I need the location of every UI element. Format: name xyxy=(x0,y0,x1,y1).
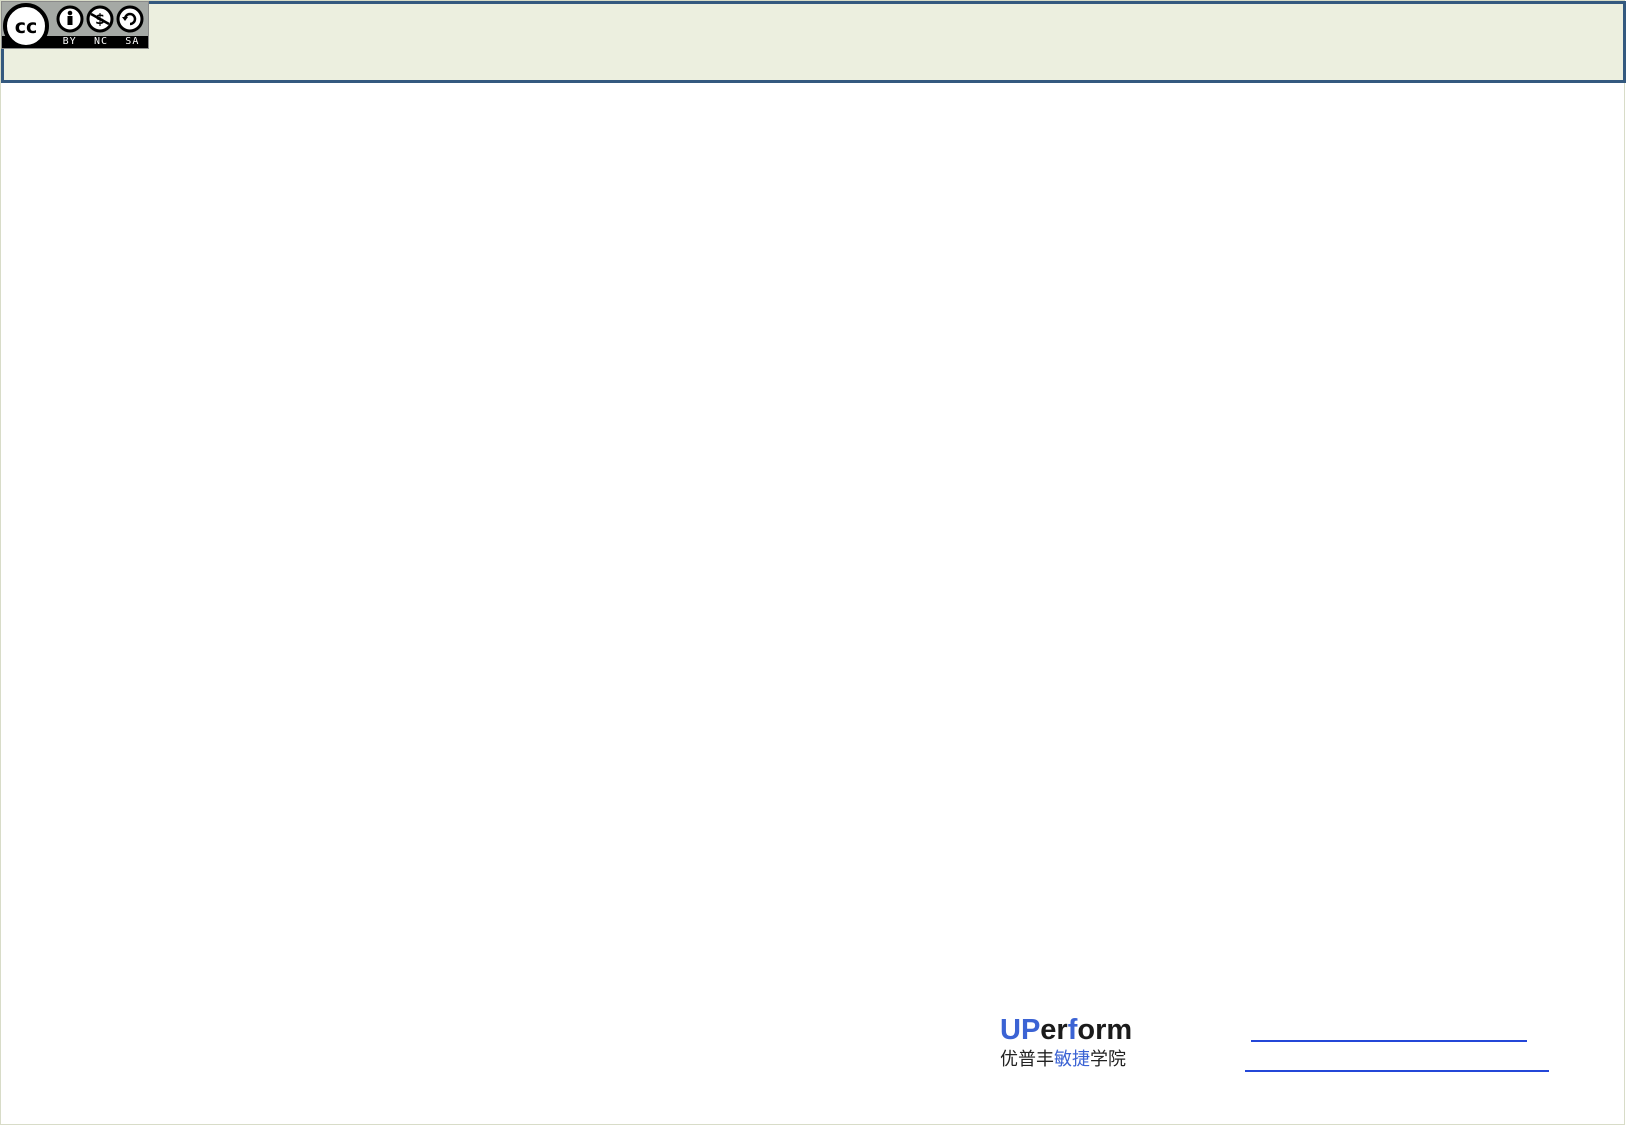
footer-link-2[interactable] xyxy=(1245,1070,1549,1072)
non-commercial-icon: $ xyxy=(86,5,114,33)
license-terms: BY NC SA xyxy=(54,35,148,48)
uperform-logo: UPerform 优普丰敏捷学院 xyxy=(1000,1014,1132,1072)
header-bar xyxy=(1,1,1626,83)
creative-commons-license-badge[interactable]: cc $ BY NC SA xyxy=(1,1,149,49)
logo-wordmark: UPerform xyxy=(1000,1014,1132,1046)
license-term-nc: NC xyxy=(93,36,109,47)
license-term-sa: SA xyxy=(125,36,140,47)
logo-part-up: UP xyxy=(1000,1014,1041,1046)
footer-link-1[interactable] xyxy=(1251,1040,1527,1042)
creative-commons-icon: cc xyxy=(3,3,49,48)
logo-part-f: f xyxy=(1067,1014,1078,1046)
logo-subtitle-part-2: 敏捷 xyxy=(1054,1049,1090,1070)
license-term-by: BY xyxy=(62,36,77,47)
attribution-icon xyxy=(56,5,84,33)
logo-subtitle-part-3: 学院 xyxy=(1090,1049,1126,1070)
logo-part-er: er xyxy=(1040,1014,1068,1046)
logo-subtitle-part-1: 优普丰 xyxy=(1000,1049,1054,1070)
logo-part-orm: orm xyxy=(1077,1014,1133,1046)
page: cc $ BY NC SA UPerform 优普丰敏捷学院 xyxy=(0,0,1626,1125)
share-alike-icon xyxy=(116,5,144,33)
svg-text:cc: cc xyxy=(15,16,38,38)
logo-subtitle: 优普丰敏捷学院 xyxy=(1000,1048,1132,1072)
